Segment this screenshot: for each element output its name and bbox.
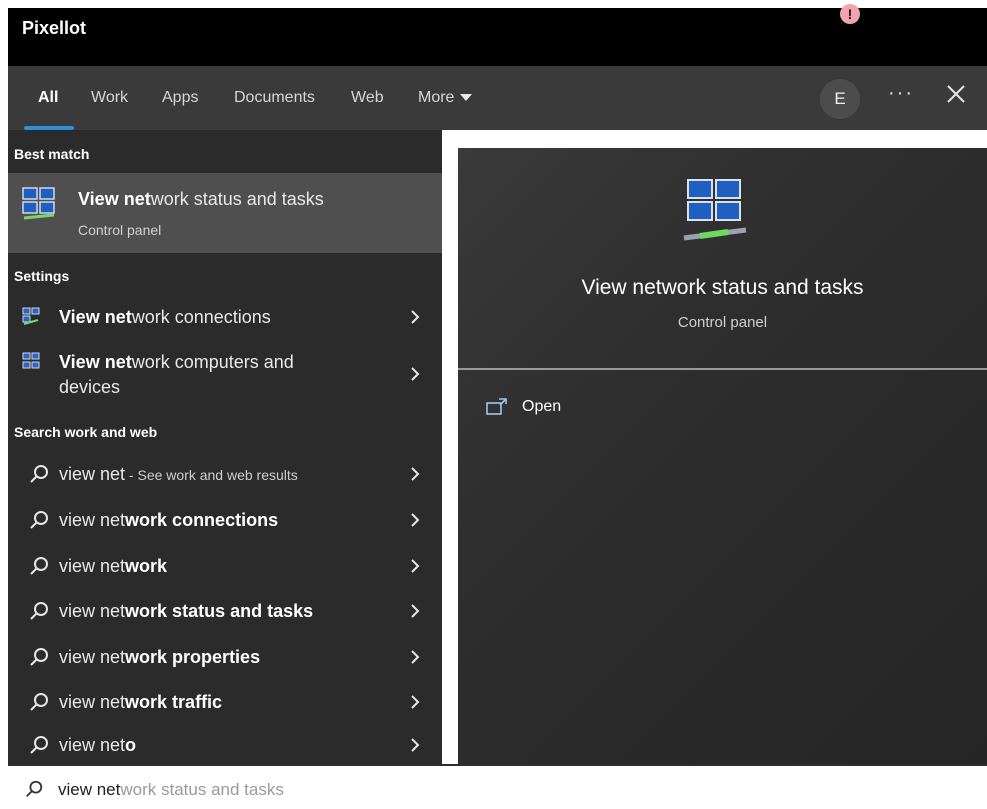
chevron-right-icon [411, 695, 420, 709]
filter-tabs-bar: All Work Apps Documents Web More E ··· [8, 66, 987, 130]
network-connections-icon [22, 307, 40, 325]
settings-item-label: View network connections [59, 307, 271, 327]
tab-more-label: More [418, 89, 455, 106]
chevron-right-icon [411, 559, 420, 573]
suggestion-row[interactable]: view network traffic [8, 682, 442, 722]
open-window-icon [486, 398, 507, 415]
settings-item-label: View network computers and [59, 352, 294, 372]
preview-title: View network status and tasks [581, 276, 864, 299]
best-match-title: View network status and tasks [78, 189, 324, 209]
suggestion-row[interactable]: view neto [8, 726, 442, 764]
suggestion-row[interactable]: view network status and tasks [8, 591, 442, 631]
caret-down-icon [460, 94, 473, 102]
suggestion-label: view neto [59, 735, 137, 755]
tab-work[interactable]: Work [91, 89, 128, 107]
alert-icon[interactable]: ! [840, 4, 860, 24]
suggestion-label: view network properties [59, 647, 261, 667]
open-label: Open [522, 398, 562, 415]
network-computers-icon [22, 352, 40, 369]
suggestion-row[interactable]: view net - See work and web results [8, 454, 442, 494]
open-action[interactable]: Open [486, 398, 561, 416]
chevron-right-icon [411, 650, 420, 664]
search-box[interactable]: view network status and tasks [8, 764, 987, 809]
account-avatar[interactable]: E [820, 79, 860, 119]
settings-item-network-computers[interactable]: View network computers and devices [8, 346, 442, 402]
suggestion-row[interactable]: view network [8, 546, 442, 586]
chevron-right-icon [411, 310, 420, 324]
search-icon [30, 648, 48, 666]
search-icon [30, 465, 48, 483]
section-search-work-and-web: Search work and web [14, 424, 158, 440]
section-settings: Settings [14, 268, 70, 284]
chevron-right-icon [411, 738, 420, 752]
section-best-match: Best match [14, 146, 90, 162]
best-match-item[interactable]: View network status and tasks Control pa… [8, 173, 442, 253]
search-typed-text: view net [58, 780, 121, 799]
chevron-right-icon [411, 513, 420, 527]
chevron-right-icon [411, 604, 420, 618]
search-icon [30, 511, 48, 529]
search-autocomplete-text: work status and tasks [120, 780, 284, 799]
preview-subtitle: Control panel [677, 314, 768, 331]
network-monitors-icon [683, 179, 747, 241]
suggestion-label: view network [59, 556, 168, 576]
app-title: Pixellot [22, 18, 87, 38]
preview-panel: View network status and tasks Control pa… [458, 148, 987, 764]
tab-documents[interactable]: Documents [234, 89, 315, 107]
search-icon [30, 602, 48, 620]
best-match-subtitle: Control panel [78, 222, 162, 238]
suggestion-row[interactable]: view network connections [8, 500, 442, 540]
suggestion-label: view network connections [59, 510, 279, 530]
suggestion-row[interactable]: view network properties [8, 637, 442, 677]
more-options-icon[interactable]: ··· [888, 82, 914, 105]
suggestion-label: view net - See work and web results [59, 464, 298, 484]
tab-all[interactable]: All [38, 89, 58, 107]
tab-more[interactable]: More [418, 89, 473, 107]
tab-apps[interactable]: Apps [162, 89, 198, 107]
suggestion-label: view network status and tasks [59, 601, 314, 621]
tab-web[interactable]: Web [351, 89, 384, 107]
search-icon [30, 693, 48, 711]
chevron-right-icon [411, 467, 420, 481]
divider [458, 368, 987, 370]
search-input[interactable]: view network status and tasks [58, 780, 284, 800]
close-icon[interactable] [944, 82, 968, 106]
search-icon [26, 780, 43, 797]
network-monitors-icon [22, 187, 55, 220]
chevron-right-icon [411, 367, 420, 381]
suggestion-label: view network traffic [59, 692, 223, 712]
search-icon [30, 736, 48, 754]
search-icon [30, 557, 48, 575]
settings-item-label-line2: devices [59, 377, 121, 397]
settings-item-network-connections[interactable]: View network connections [8, 298, 442, 336]
